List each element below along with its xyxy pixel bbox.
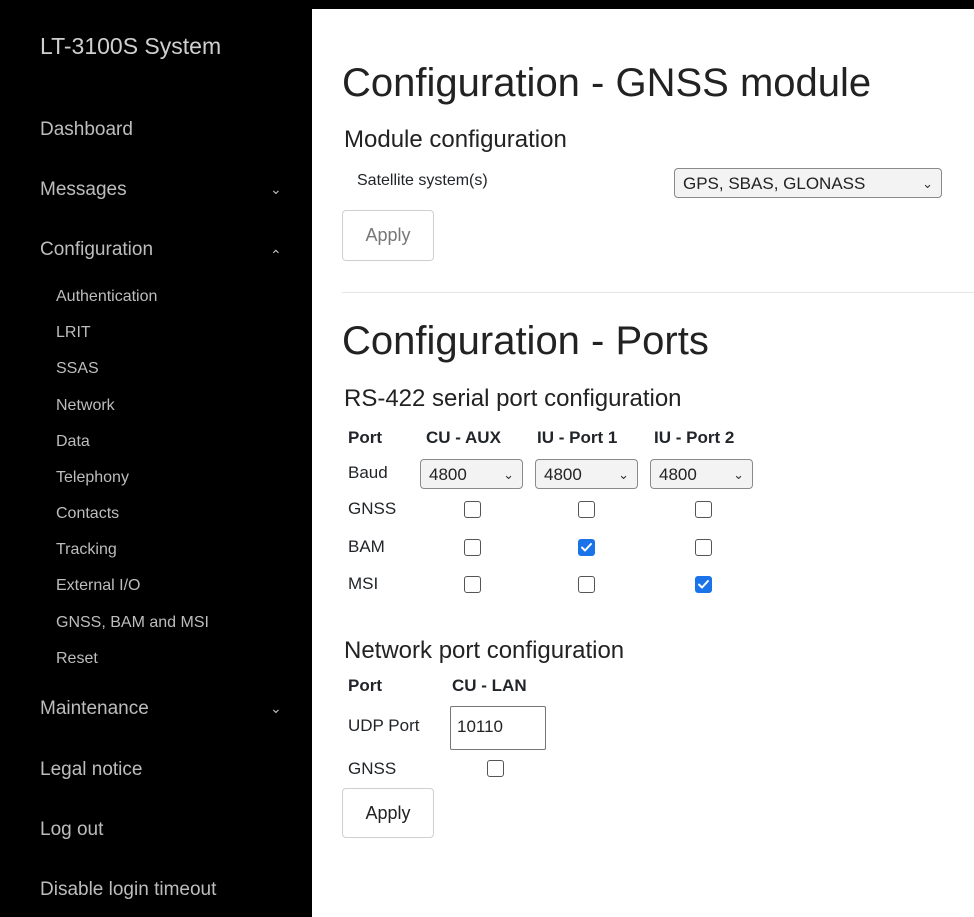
brand-title: LT-3100S System bbox=[40, 33, 222, 59]
checkbox-gnss-2[interactable] bbox=[695, 501, 712, 518]
module-config-subtitle: Module configuration bbox=[344, 126, 567, 153]
ports-apply-button[interactable]: Apply bbox=[342, 788, 434, 838]
checkbox-bam-0[interactable] bbox=[464, 539, 481, 556]
chevron-down-icon: ⌄ bbox=[733, 467, 744, 482]
satellite-system-select[interactable]: GPS, SBAS, GLONASS ⌄ bbox=[674, 168, 942, 198]
serial-col-iu-port2: IU - Port 2 bbox=[654, 428, 735, 447]
serial-col-port: Port bbox=[348, 428, 382, 447]
window-frame-left bbox=[0, 0, 10, 917]
nav-disable-login-timeout[interactable]: Disable login timeout bbox=[40, 879, 290, 901]
checkbox-msi-0[interactable] bbox=[464, 576, 481, 593]
row-label-gnss: GNSS bbox=[348, 499, 397, 518]
nav-sub-lrit[interactable]: LRIT bbox=[56, 324, 91, 342]
serial-col-iu-port1: IU - Port 1 bbox=[537, 428, 618, 447]
baud-label: Baud bbox=[348, 463, 388, 482]
nav-sub-ssas[interactable]: SSAS bbox=[56, 360, 99, 378]
window-frame-top bbox=[0, 0, 974, 9]
row-label-bam: BAM bbox=[348, 537, 385, 556]
nav-log-out[interactable]: Log out bbox=[40, 819, 290, 841]
baud-select-iu-port2[interactable]: 4800 ⌄ bbox=[650, 459, 753, 489]
nav-messages-label: Messages bbox=[40, 179, 127, 200]
checkbox-bam-1[interactable] bbox=[578, 539, 595, 556]
gnss-page-title: Configuration - GNSS module bbox=[342, 61, 872, 105]
nav-sub-data[interactable]: Data bbox=[56, 433, 90, 451]
chevron-down-icon: ⌄ bbox=[270, 181, 282, 197]
nav-sub-gnss-bam-msi[interactable]: GNSS, BAM and MSI bbox=[56, 614, 209, 632]
udp-port-label: UDP Port bbox=[348, 716, 420, 735]
nav-legal-notice[interactable]: Legal notice bbox=[40, 759, 290, 781]
nav-maintenance-label: Maintenance bbox=[40, 698, 149, 719]
section-divider bbox=[342, 292, 974, 293]
udp-port-input[interactable]: 10110 bbox=[450, 706, 546, 750]
baud-value: 4800 bbox=[659, 465, 697, 484]
chevron-down-icon: ⌄ bbox=[922, 176, 933, 191]
nav-sub-telephony[interactable]: Telephony bbox=[56, 469, 129, 487]
baud-value: 4800 bbox=[544, 465, 582, 484]
nav-sub-network[interactable]: Network bbox=[56, 397, 115, 415]
checkbox-msi-2[interactable] bbox=[695, 576, 712, 593]
network-col-cu-lan: CU - LAN bbox=[452, 676, 527, 695]
network-config-subtitle: Network port configuration bbox=[344, 637, 625, 664]
network-gnss-label: GNSS bbox=[348, 759, 397, 778]
baud-value: 4800 bbox=[429, 465, 467, 484]
satellite-system-value: GPS, SBAS, GLONASS bbox=[683, 174, 866, 193]
checkbox-gnss-1[interactable] bbox=[578, 501, 595, 518]
gnss-apply-button[interactable]: Apply bbox=[342, 210, 434, 261]
serial-config-subtitle: RS-422 serial port configuration bbox=[344, 385, 682, 412]
nav-sub-reset[interactable]: Reset bbox=[56, 650, 98, 668]
nav-maintenance[interactable]: Maintenance bbox=[40, 698, 290, 720]
network-gnss-checkbox[interactable] bbox=[487, 760, 504, 777]
nav-sub-contacts[interactable]: Contacts bbox=[56, 505, 119, 523]
nav-sub-tracking[interactable]: Tracking bbox=[56, 541, 117, 559]
nav-configuration[interactable]: Configuration bbox=[40, 239, 290, 261]
chevron-down-icon: ⌄ bbox=[503, 467, 514, 482]
checkbox-gnss-0[interactable] bbox=[464, 501, 481, 518]
chevron-down-icon: ⌄ bbox=[618, 467, 629, 482]
nav-sub-authentication[interactable]: Authentication bbox=[56, 288, 157, 306]
serial-col-cu-aux: CU - AUX bbox=[426, 428, 501, 447]
ports-page-title: Configuration - Ports bbox=[342, 319, 709, 363]
row-label-msi: MSI bbox=[348, 574, 379, 593]
satellite-system-label: Satellite system(s) bbox=[357, 172, 488, 189]
chevron-up-icon: ⌃ bbox=[270, 247, 282, 263]
checkmark-icon bbox=[698, 580, 709, 589]
baud-select-cu-aux[interactable]: 4800 ⌄ bbox=[420, 459, 523, 489]
nav-sub-external-io[interactable]: External I/O bbox=[56, 577, 140, 595]
chevron-down-icon: ⌄ bbox=[270, 700, 282, 716]
network-col-port: Port bbox=[348, 676, 382, 695]
nav-messages[interactable]: Messages bbox=[40, 179, 290, 201]
baud-select-iu-port1[interactable]: 4800 ⌄ bbox=[535, 459, 638, 489]
nav-dashboard[interactable]: Dashboard bbox=[40, 119, 290, 141]
checkmark-icon bbox=[581, 543, 592, 552]
main-content: Configuration - GNSS module Module confi… bbox=[312, 9, 974, 917]
checkbox-bam-2[interactable] bbox=[695, 539, 712, 556]
sidebar: LT-3100S System Dashboard Messages ⌄ Con… bbox=[10, 9, 312, 917]
checkbox-msi-1[interactable] bbox=[578, 576, 595, 593]
nav-configuration-label: Configuration bbox=[40, 239, 154, 260]
